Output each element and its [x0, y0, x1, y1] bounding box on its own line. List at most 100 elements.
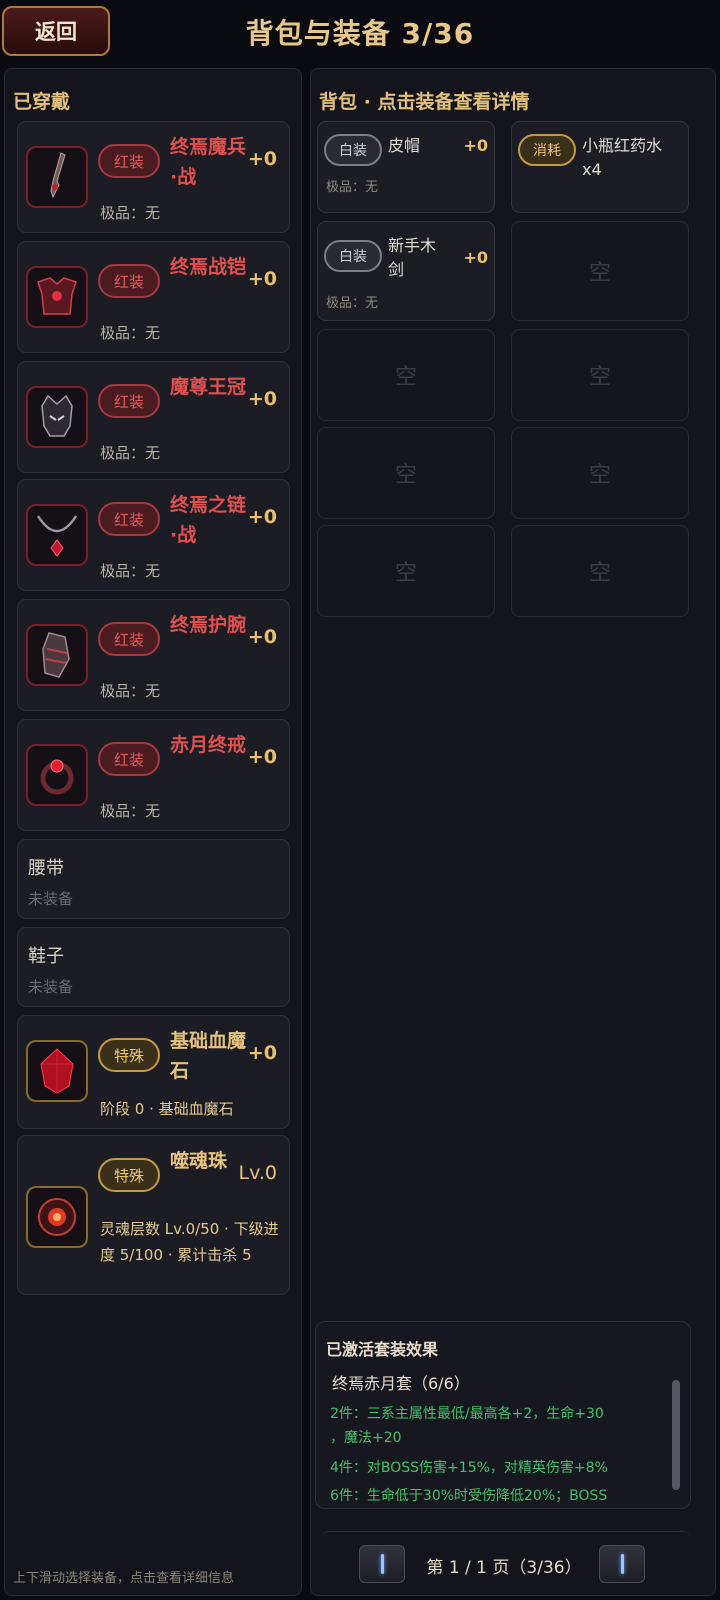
set-bonus-line: ，魔法+20 [330, 1430, 402, 1446]
enhance-level: +0 [247, 746, 277, 768]
empty-slot-label: 空 [394, 365, 417, 390]
item-name: 赤月终戒 [170, 734, 247, 756]
item-name: 终焉战铠 [170, 256, 247, 278]
next-page-icon [620, 1554, 624, 1574]
item-stage: 阶段 0 · 基础血魔石 [100, 1100, 234, 1118]
set-bonus-line: 2件：三系主属性最低/最高各+2，生命+30 [330, 1406, 604, 1422]
enhance-level: +0 [247, 388, 277, 410]
orb-level: Lv.0 [238, 1162, 277, 1184]
item-name: 终焉护腕 [170, 614, 247, 636]
bag-slot-empty[interactable]: 空 [511, 525, 689, 617]
prev-page-button[interactable] [359, 1545, 405, 1583]
bag-section-title: 背包 · 点击装备查看详情 [319, 91, 530, 113]
slot-belt[interactable]: 腰带 未装备 [17, 839, 290, 919]
blood-stone-icon [26, 1040, 88, 1102]
bag-slot-empty[interactable]: 空 [511, 329, 689, 421]
item-quality: 极品：无 [326, 296, 379, 311]
set-effects-scrollbar[interactable] [672, 1380, 680, 1490]
equipped-item-helmet[interactable]: 红装 魔尊王冠 +0 极品：无 [17, 361, 290, 473]
set-name: 终焉赤月套（6/6） [332, 1374, 470, 1393]
slot-shoes[interactable]: 鞋子 未装备 [17, 927, 290, 1007]
bag-item-wooden-sword[interactable]: 白装 新手木剑 +0 极品：无 [317, 221, 495, 321]
slot-name: 鞋子 [28, 946, 64, 967]
rarity-badge: 红装 [98, 502, 160, 536]
item-name: 皮帽 [388, 136, 421, 155]
bag-slot-empty[interactable]: 空 [317, 525, 495, 617]
bag-slot-empty[interactable]: 空 [511, 427, 689, 519]
crown-icon [26, 386, 88, 448]
rarity-badge: 红装 [98, 622, 160, 656]
bag-item-red-potion[interactable]: 消耗 小瓶红药水 x4 [511, 121, 689, 213]
slot-state: 未装备 [28, 890, 74, 908]
item-name: 终焉魔兵·战 [170, 136, 247, 188]
enhance-level: +0 [247, 148, 277, 170]
ring-icon [26, 744, 88, 806]
equipped-item-armor[interactable]: 红装 终焉战铠 +0 极品：无 [17, 241, 290, 353]
equipped-item-weapon[interactable]: 红装 终焉魔兵·战 +0 极品：无 [17, 121, 290, 233]
rarity-badge: 红装 [98, 742, 160, 776]
page-indicator: 第 1 / 1 页（3/36） [426, 1558, 582, 1578]
special-badge: 特殊 [98, 1158, 160, 1192]
item-quality: 极品：无 [100, 802, 161, 820]
rarity-badge: 红装 [98, 384, 160, 418]
equipped-item-bracer[interactable]: 红装 终焉护腕 +0 极品：无 [17, 599, 290, 711]
set-effects-box[interactable]: 已激活套装效果 终焉赤月套（6/6） 2件：三系主属性最低/最高各+2，生命+3… [315, 1321, 691, 1509]
empty-slot-label: 空 [588, 365, 611, 390]
item-quality: 极品：无 [100, 444, 161, 462]
item-name: 终焉之链·战 [170, 494, 247, 546]
rarity-badge: 红装 [98, 264, 160, 298]
equipped-panel: 已穿戴 红装 终焉魔兵·战 +0 极品：无 红装 终焉战铠 +0 极品：无 红装… [4, 68, 302, 1596]
enhance-level: +0 [247, 626, 277, 648]
enhance-level: +0 [247, 268, 277, 290]
item-name: 新手木剑 [388, 236, 437, 279]
blade-icon [26, 146, 88, 208]
empty-slot-label: 空 [588, 261, 611, 286]
bag-slot-empty[interactable]: 空 [317, 427, 495, 519]
necklace-icon [26, 504, 88, 566]
prev-page-icon [380, 1554, 384, 1574]
enhance-level: +0 [247, 506, 277, 528]
scroll-hint: 上下滑动选择装备，点击查看详细信息 [13, 1571, 235, 1586]
item-name: 基础血魔石 [170, 1030, 247, 1082]
set-bonus-line: 4件：对BOSS伤害+15%，对精英伤害+8% [330, 1460, 608, 1476]
bag-item-leather-hat[interactable]: 白装 皮帽 +0 极品：无 [317, 121, 495, 213]
item-quality: 极品：无 [326, 180, 379, 195]
empty-slot-label: 空 [588, 561, 611, 586]
equipped-item-necklace[interactable]: 红装 终焉之链·战 +0 极品：无 [17, 479, 290, 591]
header: 返回 背包与装备 3/36 [0, 0, 720, 64]
next-page-button[interactable] [599, 1545, 645, 1583]
bag-panel: 背包 · 点击装备查看详情 白装 皮帽 +0 极品：无 消耗 小瓶红药水 x4 … [310, 68, 716, 1596]
item-quality: 极品：无 [100, 324, 161, 342]
item-quality: 极品：无 [100, 682, 161, 700]
item-quality: 极品：无 [100, 204, 161, 222]
item-name: 小瓶红药水 x4 [582, 136, 663, 179]
pager-divider [321, 1531, 691, 1539]
rarity-badge: 红装 [98, 144, 160, 178]
bag-slot-empty[interactable]: 空 [317, 329, 495, 421]
soul-orb-icon [26, 1186, 88, 1248]
page-title: 背包与装备 3/36 [245, 17, 475, 50]
item-name: 魔尊王冠 [170, 376, 247, 398]
enhance-level: +0 [463, 248, 488, 267]
enhance-level: +0 [247, 1042, 277, 1064]
set-bonus-line: 6件：生命低于30%时受伤降低20%；BOSS [330, 1488, 608, 1504]
equipped-section-title: 已穿戴 [13, 91, 71, 113]
bracer-icon [26, 624, 88, 686]
slot-state: 未装备 [28, 978, 74, 996]
bag-slot-empty[interactable]: 空 [511, 221, 689, 321]
equipped-item-ring[interactable]: 红装 赤月终戒 +0 极品：无 [17, 719, 290, 831]
empty-slot-label: 空 [394, 463, 417, 488]
empty-slot-label: 空 [394, 561, 417, 586]
slot-name: 腰带 [28, 858, 64, 879]
special-item-blood-stone[interactable]: 特殊 基础血魔石 +0 阶段 0 · 基础血魔石 [17, 1015, 290, 1129]
rarity-badge: 白装 [324, 134, 382, 166]
item-quality: 极品：无 [100, 562, 161, 580]
special-badge: 特殊 [98, 1038, 160, 1072]
rarity-badge: 白装 [324, 240, 382, 272]
special-item-soul-orb[interactable]: 特殊 噬魂珠 Lv.0 灵魂层数 Lv.0/50 · 下级进度 5/100 · … [17, 1135, 290, 1295]
orb-progress: 灵魂层数 Lv.0/50 · 下级进度 5/100 · 累计击杀 5 [100, 1220, 279, 1264]
armor-icon [26, 266, 88, 328]
consumable-badge: 消耗 [518, 134, 576, 166]
enhance-level: +0 [463, 136, 488, 155]
empty-slot-label: 空 [588, 463, 611, 488]
